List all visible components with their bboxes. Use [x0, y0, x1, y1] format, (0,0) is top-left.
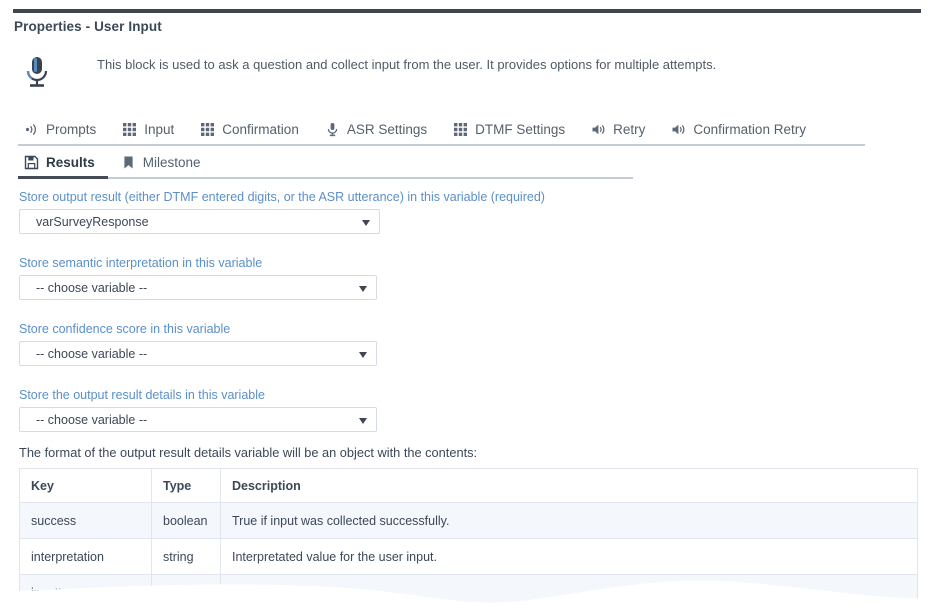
select-value: -- choose variable --: [20, 413, 147, 427]
field-label: Store confidence score in this variable: [19, 322, 377, 336]
save-icon: [24, 155, 39, 170]
output-result-details-variable-select[interactable]: -- choose variable --: [19, 407, 377, 432]
speaker-icon: [671, 122, 686, 137]
tab-label: Input: [144, 122, 174, 137]
tab-dtmf-settings[interactable]: DTMF Settings: [440, 122, 578, 144]
cell-type: boolean: [152, 503, 221, 539]
select-value: -- choose variable --: [20, 281, 147, 295]
panel-accent-bar: [13, 9, 921, 13]
confidence-score-variable-select[interactable]: -- choose variable --: [19, 341, 377, 366]
tab-confirmation[interactable]: Confirmation: [187, 122, 312, 144]
table-row: interpretation string Interpretated valu…: [20, 539, 918, 575]
cell-type: string: [152, 575, 221, 611]
tab-milestone[interactable]: Milestone: [108, 155, 214, 177]
column-header-key: Key: [20, 469, 152, 503]
cell-key: inputtype: [20, 575, 152, 611]
column-header-type: Type: [152, 469, 221, 503]
output-details-table: Key Type Description success boolean Tru…: [19, 468, 918, 611]
format-note: The format of the output result details …: [19, 445, 477, 460]
chevron-down-icon: [359, 352, 367, 358]
bookmark-icon: [121, 155, 136, 170]
tab-input[interactable]: Input: [109, 122, 187, 144]
field-semantic-interpretation: Store semantic interpretation in this va…: [19, 256, 377, 300]
tab-confirmation-retry[interactable]: Confirmation Retry: [658, 122, 819, 144]
select-value: varSurveyResponse: [20, 215, 149, 229]
sound-wave-icon: [24, 122, 39, 137]
table-header-row: Key Type Description: [20, 469, 918, 503]
tab-asr-settings[interactable]: ASR Settings: [312, 122, 440, 144]
field-confidence-score: Store confidence score in this variable …: [19, 322, 377, 366]
tab-label: DTMF Settings: [475, 122, 565, 137]
cell-key: interpretation: [20, 539, 152, 575]
panel-header: This block is used to ask a question and…: [14, 48, 914, 100]
tab-retry[interactable]: Retry: [578, 122, 658, 144]
tab-results[interactable]: Results: [18, 155, 108, 177]
chevron-down-icon: [359, 418, 367, 424]
grid-icon: [122, 122, 137, 137]
select-value: -- choose variable --: [20, 347, 147, 361]
chevron-down-icon: [362, 220, 370, 226]
output-result-variable-select[interactable]: varSurveyResponse: [19, 209, 380, 234]
field-label: Store semantic interpretation in this va…: [19, 256, 377, 270]
field-output-result: Store output result (either DTMF entered…: [19, 190, 380, 234]
tab-bar-secondary: Results Milestone: [18, 149, 633, 179]
tab-label: Milestone: [143, 155, 201, 170]
properties-panel: Properties - User Input This block is us…: [0, 0, 935, 616]
table-row: inputtype string 'dtmf' or 'voice': [20, 575, 918, 611]
field-label: Store output result (either DTMF entered…: [19, 190, 380, 204]
field-output-result-details: Store the output result details in this …: [19, 388, 377, 432]
field-label: Store the output result details in this …: [19, 388, 377, 402]
microphone-icon: [18, 53, 56, 93]
microphone-icon: [325, 122, 340, 137]
speaker-icon: [591, 122, 606, 137]
tab-bar-primary: Prompts Input: [18, 116, 865, 146]
semantic-interpretation-variable-select[interactable]: -- choose variable --: [19, 275, 377, 300]
tab-label: Retry: [613, 122, 645, 137]
panel-description: This block is used to ask a question and…: [97, 56, 716, 74]
table-row: success boolean True if input was collec…: [20, 503, 918, 539]
tab-prompts[interactable]: Prompts: [18, 122, 109, 144]
cell-type: string: [152, 539, 221, 575]
column-header-description: Description: [221, 469, 918, 503]
grid-icon: [453, 122, 468, 137]
cell-key: success: [20, 503, 152, 539]
grid-icon: [200, 122, 215, 137]
tab-label: Confirmation Retry: [693, 122, 806, 137]
page-title: Properties - User Input: [14, 19, 162, 34]
tab-label: Prompts: [46, 122, 96, 137]
tab-label: Confirmation: [222, 122, 299, 137]
cell-description: 'dtmf' or 'voice': [221, 575, 918, 611]
tab-label: ASR Settings: [347, 122, 427, 137]
chevron-down-icon: [359, 286, 367, 292]
tab-label: Results: [46, 155, 95, 170]
cell-description: Interpretated value for the user input.: [221, 539, 918, 575]
cell-description: True if input was collected successfully…: [221, 503, 918, 539]
